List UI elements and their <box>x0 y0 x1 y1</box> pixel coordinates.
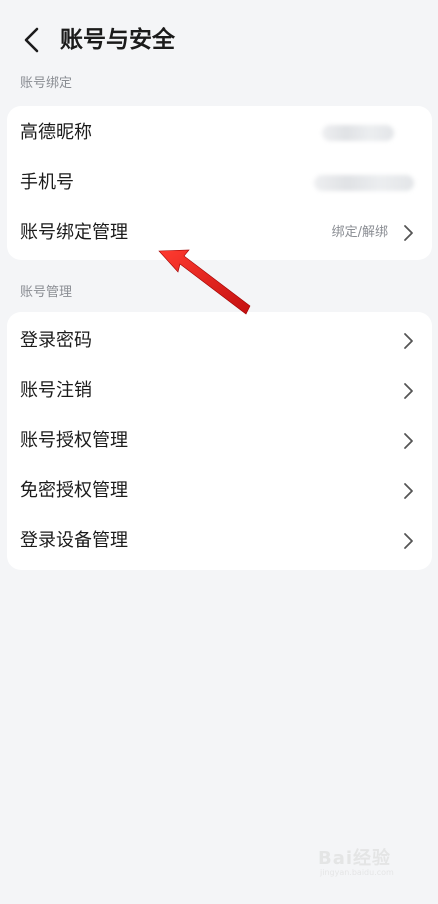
account-management-card: 登录密码 账号注销 账号授权管理 免密授权管理 登录设备管理 <box>7 312 432 570</box>
row-phone-number[interactable]: 手机号 <box>7 158 432 208</box>
watermark-text: Bai经验 <box>318 848 392 869</box>
back-button[interactable] <box>14 22 50 58</box>
account-binding-card: 高德昵称 手机号 账号绑定管理 绑定/解绑 <box>7 106 432 260</box>
row-label: 账号授权管理 <box>20 430 128 451</box>
row-label: 免密授权管理 <box>20 480 128 501</box>
chevron-right-icon <box>404 433 413 449</box>
chevron-right-icon <box>404 533 413 549</box>
row-account-authorization-management[interactable]: 账号授权管理 <box>7 416 432 466</box>
row-label: 登录密码 <box>20 330 92 351</box>
chevron-right-icon <box>404 225 413 241</box>
row-value-bind-unbind: 绑定/解绑 <box>331 225 388 240</box>
chevron-right-icon <box>404 333 413 349</box>
row-login-device-management[interactable]: 登录设备管理 <box>7 516 432 566</box>
baidu-jingyan-watermark: Bai经验 jingyan.baidu.com <box>318 840 408 880</box>
chevron-left-icon <box>24 27 39 53</box>
page-title: 账号与安全 <box>60 27 175 53</box>
section-label-account-binding: 账号绑定 <box>20 76 73 91</box>
row-label: 高德昵称 <box>20 122 92 143</box>
row-password-free-authorization[interactable]: 免密授权管理 <box>7 466 432 516</box>
chevron-right-icon <box>404 483 413 499</box>
watermark-sub: jingyan.baidu.com <box>320 868 394 877</box>
header: 账号与安全 <box>0 0 438 80</box>
row-account-cancellation[interactable]: 账号注销 <box>7 366 432 416</box>
row-label: 登录设备管理 <box>20 530 128 551</box>
chevron-right-icon <box>404 383 413 399</box>
row-label: 账号注销 <box>20 380 92 401</box>
blurred-phone-value <box>314 175 414 191</box>
section-label-account-management: 账号管理 <box>20 285 73 300</box>
row-amap-nickname[interactable]: 高德昵称 <box>7 108 432 158</box>
blurred-nickname-value <box>322 125 394 141</box>
row-label: 手机号 <box>20 172 74 193</box>
row-account-binding-management[interactable]: 账号绑定管理 绑定/解绑 <box>7 208 432 258</box>
row-label: 账号绑定管理 <box>20 222 128 243</box>
row-login-password[interactable]: 登录密码 <box>7 316 432 366</box>
